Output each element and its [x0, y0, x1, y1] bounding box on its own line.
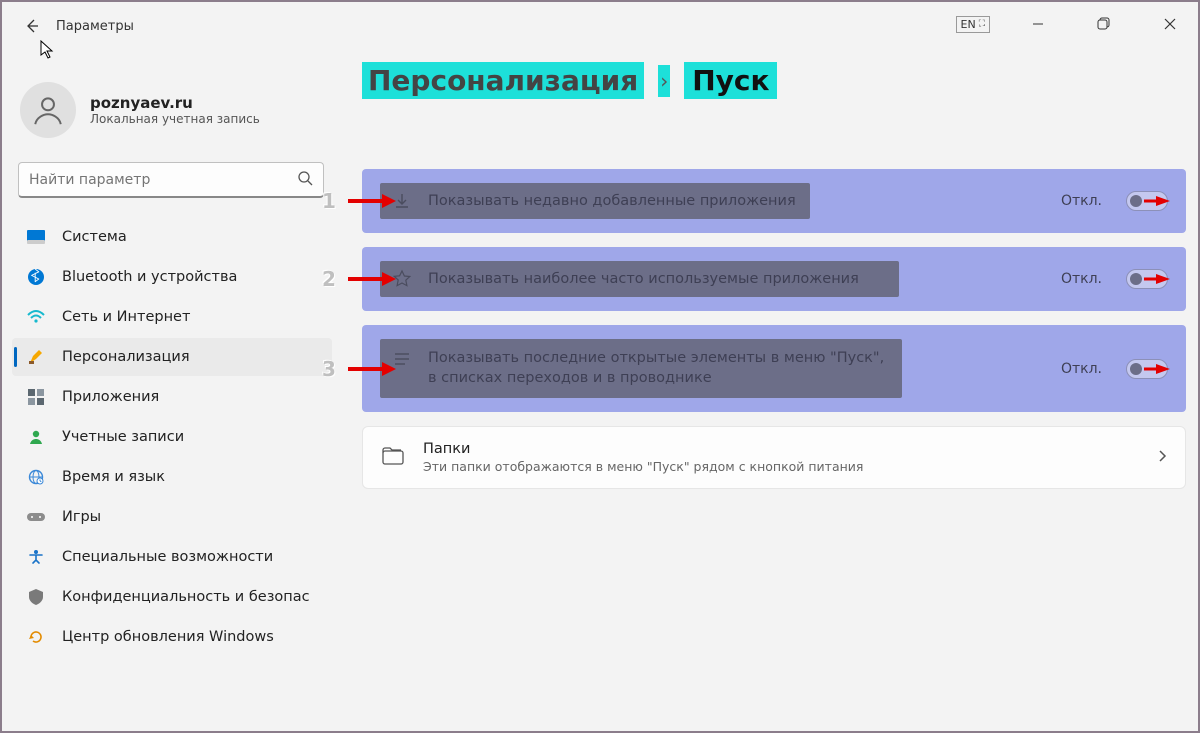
nav: Система Bluetooth и устройства Сеть и Ин…: [12, 218, 332, 656]
maximize-icon: [1097, 17, 1111, 31]
apps-icon: [26, 389, 46, 405]
breadcrumb-parent[interactable]: Персонализация: [362, 62, 644, 99]
toggle-recent-items[interactable]: [1126, 359, 1168, 379]
folders-subtitle: Эти папки отображаются в меню "Пуск" ряд…: [423, 459, 863, 474]
globe-icon: [26, 469, 46, 485]
expand-icon: ⛶: [979, 19, 985, 29]
sidebar-item-accounts[interactable]: Учетные записи: [12, 418, 332, 456]
toggle-recently-added[interactable]: [1126, 191, 1168, 211]
sidebar-item-network[interactable]: Сеть и Интернет: [12, 298, 332, 336]
search-icon: [297, 170, 313, 190]
sidebar-item-system[interactable]: Система: [12, 218, 332, 256]
user-subtitle: Локальная учетная запись: [90, 112, 260, 126]
close-button[interactable]: [1152, 10, 1188, 38]
annotation-arrow-icon: [1144, 195, 1170, 207]
sidebar-item-privacy[interactable]: Конфиденциальность и безопас: [12, 578, 332, 616]
sidebar-item-label: Приложения: [62, 389, 159, 405]
annotation-arrow-icon: [348, 272, 396, 286]
minimize-icon: [1032, 18, 1044, 30]
toggle-state: Откл.: [1061, 193, 1102, 209]
toggle-knob: [1130, 273, 1142, 285]
shield-icon: [26, 589, 46, 605]
sidebar-item-label: Bluetooth и устройства: [62, 269, 237, 285]
user-profile[interactable]: poznyaev.ru Локальная учетная запись: [12, 72, 332, 162]
system-icon: [26, 230, 46, 244]
sidebar-item-label: Сеть и Интернет: [62, 309, 190, 325]
annotation-number: 2: [322, 267, 336, 291]
paintbrush-icon: [26, 348, 46, 366]
sidebar-item-label: Конфиденциальность и безопас: [62, 589, 310, 605]
annotation-arrow-icon: [1144, 363, 1170, 375]
sidebar-item-personalization[interactable]: Персонализация: [12, 338, 332, 376]
language-badge-text: EN: [961, 18, 976, 31]
toggle-state: Откл.: [1061, 361, 1102, 377]
sidebar-item-accessibility[interactable]: Специальные возможности: [12, 538, 332, 576]
sidebar-item-bluetooth[interactable]: Bluetooth и устройства: [12, 258, 332, 296]
breadcrumb: Персонализация › Пуск: [362, 62, 1186, 99]
sidebar-item-gaming[interactable]: Игры: [12, 498, 332, 536]
setting-label: Показывать наиболее часто используемые п…: [428, 271, 859, 287]
maximize-button[interactable]: [1086, 10, 1122, 38]
sidebar-item-label: Учетные записи: [62, 429, 184, 445]
search-box[interactable]: [18, 162, 324, 198]
close-icon: [1164, 18, 1176, 30]
setting-most-used: Показывать наиболее часто используемые п…: [362, 247, 1186, 311]
main-content: Персонализация › Пуск 1 Показывать недав…: [362, 62, 1186, 489]
settings-group: 1 Показывать недавно добавленные приложе…: [362, 169, 1186, 489]
annotation-arrow-icon: [348, 362, 396, 376]
chevron-right-icon: [1157, 449, 1167, 467]
minimize-button[interactable]: [1020, 10, 1056, 38]
setting-recent-items: Показывать последние открытые элементы в…: [362, 325, 1186, 412]
setting-label-box: Показывать последние открытые элементы в…: [380, 339, 902, 398]
setting-label: Показывать последние открытые элементы в…: [428, 349, 888, 388]
chevron-right-icon: ›: [658, 65, 670, 97]
sidebar-item-label: Специальные возможности: [62, 549, 273, 565]
setting-folders[interactable]: Папки Эти папки отображаются в меню "Пус…: [362, 426, 1186, 489]
toggle-knob: [1130, 195, 1142, 207]
sidebar-item-label: Центр обновления Windows: [62, 629, 274, 645]
annotation-arrow-icon: [348, 194, 396, 208]
cursor-icon: [40, 40, 56, 65]
window-title: Параметры: [56, 19, 134, 34]
language-badge[interactable]: EN ⛶: [956, 16, 991, 33]
folders-text: Папки Эти папки отображаются в меню "Пус…: [423, 441, 863, 474]
sidebar-item-label: Персонализация: [62, 349, 190, 365]
bluetooth-icon: [26, 269, 46, 285]
toggle-state: Откл.: [1061, 271, 1102, 287]
setting-label-box: Показывать недавно добавленные приложени…: [380, 183, 810, 219]
accounts-icon: [26, 429, 46, 445]
setting-recently-added: Показывать недавно добавленные приложени…: [362, 169, 1186, 233]
accessibility-icon: [26, 549, 46, 565]
sidebar-item-windows-update[interactable]: Центр обновления Windows: [12, 618, 332, 656]
arrow-left-icon: [24, 18, 40, 34]
sidebar: poznyaev.ru Локальная учетная запись Сис…: [12, 72, 332, 656]
avatar: [20, 82, 76, 138]
setting-label-box: Показывать наиболее часто используемые п…: [380, 261, 899, 297]
setting-label: Показывать недавно добавленные приложени…: [428, 193, 796, 209]
breadcrumb-current: Пуск: [684, 62, 777, 99]
user-text: poznyaev.ru Локальная учетная запись: [90, 94, 260, 126]
sidebar-item-time-language[interactable]: Время и язык: [12, 458, 332, 496]
annotation-number: 1: [322, 189, 336, 213]
toggle-most-used[interactable]: [1126, 269, 1168, 289]
folders-title: Папки: [423, 441, 863, 457]
wifi-icon: [26, 310, 46, 324]
search-input[interactable]: [29, 172, 297, 188]
toggle-knob: [1130, 363, 1142, 375]
sidebar-item-label: Система: [62, 229, 127, 245]
annotation-arrow-icon: [1144, 273, 1170, 285]
sidebar-item-label: Время и язык: [62, 469, 165, 485]
gamepad-icon: [26, 511, 46, 523]
user-name: poznyaev.ru: [90, 94, 260, 112]
update-icon: [26, 629, 46, 645]
annotation-number: 3: [322, 357, 336, 381]
folder-icon: [381, 445, 405, 471]
sidebar-item-label: Игры: [62, 509, 101, 525]
person-icon: [31, 93, 65, 127]
sidebar-item-apps[interactable]: Приложения: [12, 378, 332, 416]
window-controls: EN ⛶: [956, 10, 1189, 38]
